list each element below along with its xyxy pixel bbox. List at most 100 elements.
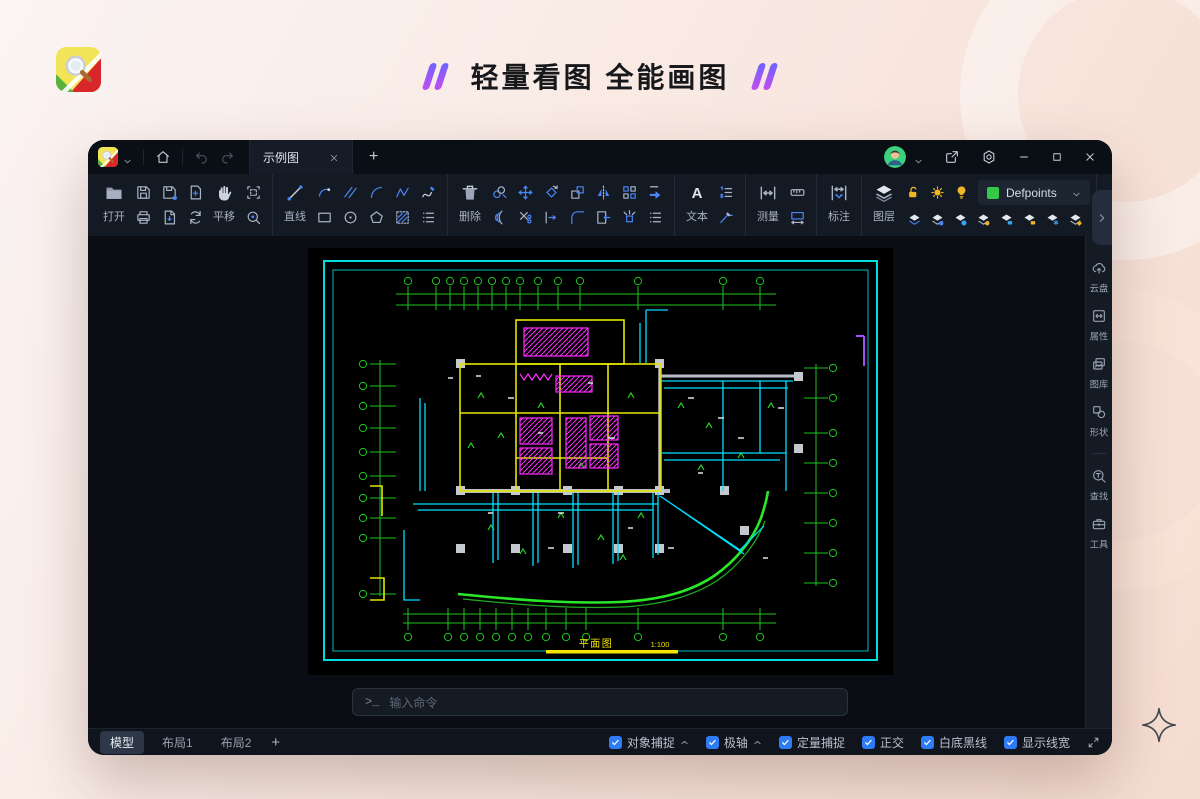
sidebar-item-tools[interactable]: 工具 (1089, 516, 1109, 551)
toggle-snap[interactable]: 定量捕捉 (779, 734, 845, 751)
dimension-label[interactable]: 标注 (828, 207, 850, 229)
select-frame-icon[interactable] (245, 184, 262, 201)
line-label[interactable]: 直线 (284, 207, 306, 229)
move-icon[interactable] (517, 184, 534, 201)
layer-state-lock-icon[interactable] (999, 212, 1014, 227)
minimize-button[interactable] (1018, 151, 1030, 163)
sidebar-item-properties[interactable]: 属性 (1089, 308, 1109, 343)
array-icon[interactable] (621, 184, 638, 201)
layers-icon[interactable] (874, 183, 894, 203)
circle-tool-icon[interactable] (342, 209, 359, 226)
pan-label[interactable]: 平移 (213, 207, 235, 229)
save-as-icon[interactable] (161, 184, 178, 201)
layer-state-freeze-icon[interactable] (1045, 212, 1060, 227)
fullscreen-icon[interactable] (1087, 736, 1100, 749)
sidebar-item-cloud[interactable]: 云盘 (1089, 260, 1109, 295)
save-icon[interactable] (135, 184, 152, 201)
rotate-icon[interactable] (543, 184, 560, 201)
open-label[interactable]: 打开 (103, 207, 125, 229)
checkbox-checked-icon[interactable] (921, 736, 934, 749)
sidebar-item-find[interactable]: 查找 (1089, 468, 1109, 503)
zoom-icon[interactable] (245, 209, 262, 226)
tab-layout2[interactable]: 布局2 (211, 731, 262, 754)
toggle-polar[interactable]: 极轴 (706, 734, 762, 751)
block-insert-icon[interactable] (595, 209, 612, 226)
layer-state-unlock-icon[interactable] (1022, 212, 1037, 227)
parallel-lines-icon[interactable] (342, 184, 359, 201)
pan-hand-icon[interactable] (214, 183, 234, 203)
copy-icon[interactable] (491, 184, 508, 201)
offset-icon[interactable] (491, 209, 508, 226)
text-tool-icon[interactable]: A (687, 183, 707, 203)
spline-tool-icon[interactable] (420, 184, 437, 201)
layer-unlock-icon[interactable] (906, 185, 921, 200)
home-icon[interactable] (155, 149, 171, 165)
stretch-icon[interactable] (647, 184, 664, 201)
app-logo-icon-small[interactable] (98, 147, 118, 167)
layer-select-dropdown[interactable]: Defpoints (978, 180, 1090, 205)
area-measure-icon[interactable] (789, 209, 806, 226)
undo-icon[interactable] (194, 149, 210, 165)
scale-icon[interactable] (569, 184, 586, 201)
layer-sun-icon[interactable] (930, 185, 945, 200)
hatch-tool-icon[interactable] (394, 209, 411, 226)
checkbox-checked-icon[interactable] (706, 736, 719, 749)
modify-more-icon[interactable] (647, 209, 664, 226)
toggle-object-snap[interactable]: 对象捕捉 (609, 734, 689, 751)
polyline-tool-icon[interactable] (394, 184, 411, 201)
toggle-lineweight[interactable]: 显示线宽 (1004, 734, 1070, 751)
layer-state-thaw-icon[interactable] (1068, 212, 1083, 227)
close-button[interactable] (1084, 151, 1096, 163)
layer-label[interactable]: 图层 (873, 207, 895, 229)
chevron-down-icon[interactable] (123, 153, 132, 162)
text-label[interactable]: 文本 (686, 207, 708, 229)
delete-trash-icon[interactable] (460, 183, 480, 203)
new-file-icon[interactable] (187, 184, 204, 201)
explode-icon[interactable] (621, 209, 638, 226)
drawing-tab[interactable]: 示例图 (249, 140, 353, 174)
redo-icon[interactable] (219, 149, 235, 165)
tab-layout1[interactable]: 布局1 (152, 731, 203, 754)
account-chevron-icon[interactable] (914, 153, 923, 162)
leader-icon[interactable] (718, 209, 735, 226)
caret-up-icon[interactable] (680, 738, 689, 747)
close-tab-icon[interactable] (329, 152, 339, 162)
checkbox-checked-icon[interactable] (779, 736, 792, 749)
trim-icon[interactable] (517, 209, 534, 226)
open-folder-icon[interactable] (104, 183, 124, 203)
print-icon[interactable] (135, 209, 152, 226)
add-layout-button[interactable]: + (271, 734, 280, 751)
cad-canvas[interactable]: 平面图 1:100 (308, 248, 893, 675)
dimension-style-icon[interactable] (829, 183, 849, 203)
mirror-icon[interactable] (595, 184, 612, 201)
layer-state-visibility-icon[interactable] (907, 212, 922, 227)
layer-state-isolate-icon[interactable] (953, 212, 968, 227)
arc-tool-icon[interactable] (368, 184, 385, 201)
linear-dimension-icon[interactable] (758, 183, 778, 203)
polygon-tool-icon[interactable] (368, 209, 385, 226)
sync-icon[interactable] (187, 209, 204, 226)
share-icon[interactable] (944, 149, 960, 165)
settings-gear-icon[interactable] (981, 149, 997, 165)
checkbox-checked-icon[interactable] (1004, 736, 1017, 749)
sidebar-item-gallery[interactable]: 图库 (1089, 356, 1109, 391)
expand-toolbar-tab[interactable] (1092, 190, 1112, 245)
layer-bulb-icon[interactable] (954, 185, 969, 200)
checkbox-checked-icon[interactable] (609, 736, 622, 749)
layer-state-merge-icon[interactable] (930, 212, 945, 227)
sidebar-item-shapes[interactable]: 形状 (1089, 404, 1109, 439)
new-tab-button[interactable]: + (369, 149, 378, 165)
line-tool-icon[interactable] (285, 183, 305, 203)
toggle-ortho[interactable]: 正交 (862, 734, 904, 751)
fillet-icon[interactable] (569, 209, 586, 226)
tape-measure-icon[interactable] (789, 184, 806, 201)
toggle-white-bg[interactable]: 白底黑线 (921, 734, 987, 751)
measure-label[interactable]: 测量 (757, 207, 779, 229)
draw-more-icon[interactable] (420, 209, 437, 226)
caret-up-icon[interactable] (753, 738, 762, 747)
layer-state-group-icon[interactable] (976, 212, 991, 227)
ordered-list-icon[interactable] (718, 184, 735, 201)
tab-model[interactable]: 模型 (100, 731, 144, 754)
command-input[interactable]: >_ 输入命令 (352, 688, 848, 716)
extend-icon[interactable] (543, 209, 560, 226)
